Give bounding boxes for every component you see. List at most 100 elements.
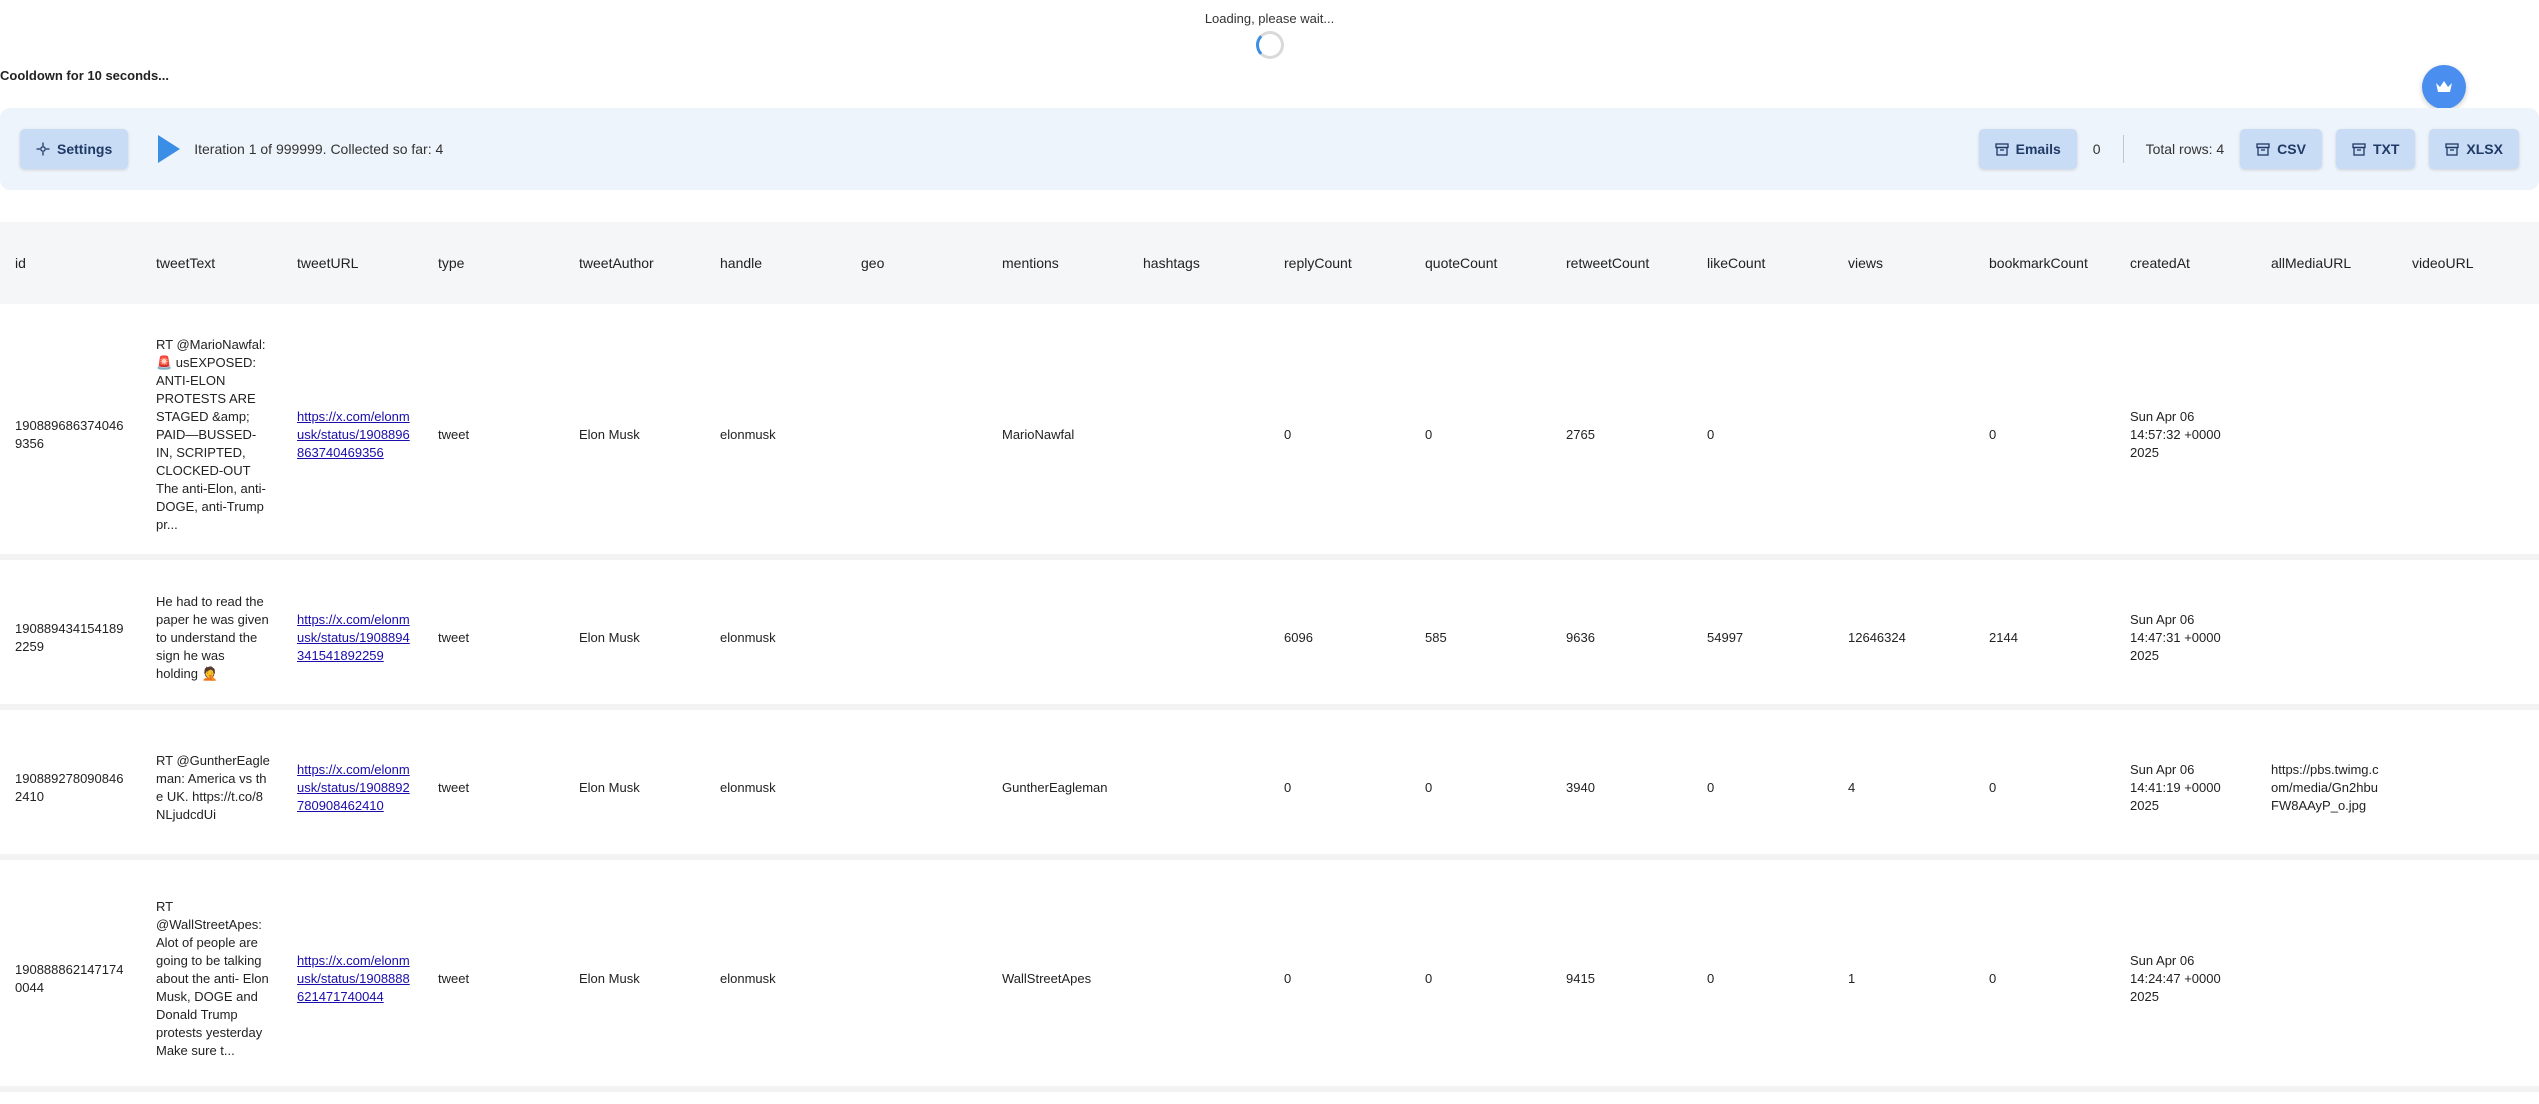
cell-handle: elonmusk [705, 572, 846, 710]
archive-icon [2352, 142, 2366, 156]
premium-crown-button[interactable] [2422, 65, 2466, 109]
cell-type: tweet [423, 316, 564, 560]
emails-label: Emails [2015, 141, 2061, 157]
tweet-link[interactable]: https://x.com/elonmusk/status/1908896863… [297, 409, 410, 460]
cell-hashtags [1128, 316, 1269, 560]
cell-tweet-text: RT @MarioNawfal: 🚨 usEXPOSED: ANTI-ELON … [141, 316, 282, 560]
cell-geo [846, 316, 987, 560]
tweet-link[interactable]: https://x.com/elonmusk/status/1908892780… [297, 762, 410, 813]
play-icon[interactable] [158, 135, 181, 163]
cell-all-media-url [2256, 572, 2397, 710]
cell-tweet-author: Elon Musk [564, 572, 705, 710]
tweet-link[interactable]: https://x.com/elonmusk/status/1908894341… [297, 612, 410, 663]
archive-icon [1994, 142, 2009, 156]
cell-type: tweet [423, 572, 564, 710]
cell-views: 4 [1833, 722, 1974, 860]
column-header-bookmarkcount[interactable]: bookmarkCount [1974, 222, 2115, 304]
cell-video-url [2397, 572, 2539, 710]
column-header-type[interactable]: type [423, 222, 564, 304]
cell-created-at: Sun Apr 06 14:57:32 +0000 2025 [2115, 316, 2256, 560]
cell-tweet-text: He had to read the paper he was given to… [141, 572, 282, 710]
cell-mentions: GuntherEagleman [987, 722, 1128, 860]
table-row: 1908892780908462410 RT @GuntherEagleman:… [0, 722, 2539, 860]
column-header-hashtags[interactable]: hashtags [1128, 222, 1269, 304]
column-header-handle[interactable]: handle [705, 222, 846, 304]
cell-type: tweet [423, 872, 564, 1092]
archive-icon [2256, 142, 2270, 156]
column-header-id[interactable]: id [0, 222, 141, 304]
cell-video-url [2397, 722, 2539, 860]
cell-hashtags [1128, 572, 1269, 710]
cell-retweet-count: 9636 [1551, 572, 1692, 710]
column-header-tweeturl[interactable]: tweetURL [282, 222, 423, 304]
cell-quote-count: 0 [1410, 316, 1551, 560]
loading-indicator: Loading, please wait... [0, 0, 2539, 59]
cell-created-at: Sun Apr 06 14:47:31 +0000 2025 [2115, 572, 2256, 710]
txt-button[interactable]: TXT [2335, 129, 2416, 169]
column-header-tweettext[interactable]: tweetText [141, 222, 282, 304]
emails-button[interactable]: Emails [1978, 129, 2077, 169]
cell-quote-count: 0 [1410, 872, 1551, 1092]
cell-views: 1 [1833, 872, 1974, 1092]
cell-video-url [2397, 872, 2539, 1092]
cell-id: 1908894341541892259 [0, 572, 141, 710]
column-header-likecount[interactable]: likeCount [1692, 222, 1833, 304]
column-header-views[interactable]: views [1833, 222, 1974, 304]
tweet-link[interactable]: https://x.com/elonmusk/status/1908888621… [297, 953, 410, 1004]
column-header-allmediaurl[interactable]: allMediaURL [2256, 222, 2397, 304]
cell-views [1833, 316, 1974, 560]
cell-bookmark-count: 0 [1974, 316, 2115, 560]
column-header-geo[interactable]: geo [846, 222, 987, 304]
column-header-createdat[interactable]: createdAt [2115, 222, 2256, 304]
cell-geo [846, 572, 987, 710]
cell-mentions: MarioNawfal [987, 316, 1128, 560]
loading-text: Loading, please wait... [1204, 11, 1335, 26]
crown-icon [2436, 81, 2452, 92]
cell-tweet-author: Elon Musk [564, 722, 705, 860]
cell-retweet-count: 2765 [1551, 316, 1692, 560]
column-header-retweetcount[interactable]: retweetCount [1551, 222, 1692, 304]
xlsx-button[interactable]: XLSX [2429, 129, 2519, 169]
cell-id: 1908892780908462410 [0, 722, 141, 860]
column-header-videourl[interactable]: videoURL [2397, 222, 2539, 304]
toolbar-divider [2122, 135, 2124, 163]
cell-handle: elonmusk [705, 872, 846, 1092]
xlsx-label: XLSX [2466, 141, 2503, 157]
cell-all-media-url [2256, 872, 2397, 1092]
archive-icon [2445, 142, 2460, 156]
settings-button[interactable]: Settings [20, 129, 129, 169]
cell-video-url [2397, 316, 2539, 560]
cell-mentions [987, 572, 1128, 710]
crosshair-icon [36, 142, 50, 156]
cell-tweet-url: https://x.com/elonmusk/status/1908888621… [282, 872, 423, 1092]
cell-tweet-url: https://x.com/elonmusk/status/1908892780… [282, 722, 423, 860]
cell-id: 1908896863740469356 [0, 316, 141, 560]
cell-retweet-count: 9415 [1551, 872, 1692, 1092]
cell-created-at: Sun Apr 06 14:24:47 +0000 2025 [2115, 872, 2256, 1092]
cell-reply-count: 0 [1269, 316, 1410, 560]
settings-label: Settings [57, 141, 113, 157]
table-row: 1908894341541892259 He had to read the p… [0, 572, 2539, 710]
cell-like-count: 0 [1692, 872, 1833, 1092]
iteration-status: Iteration 1 of 999999. Collected so far:… [194, 141, 444, 157]
toolbar: Settings Iteration 1 of 999999. Collecte… [0, 108, 2539, 190]
total-rows: Total rows: 4 [2145, 141, 2225, 157]
column-header-tweetauthor[interactable]: tweetAuthor [564, 222, 705, 304]
cell-reply-count: 0 [1269, 872, 1410, 1092]
cell-tweet-url: https://x.com/elonmusk/status/1908896863… [282, 316, 423, 560]
column-header-mentions[interactable]: mentions [987, 222, 1128, 304]
csv-button[interactable]: CSV [2240, 129, 2322, 169]
cell-retweet-count: 3940 [1551, 722, 1692, 860]
cell-bookmark-count: 0 [1974, 722, 2115, 860]
csv-label: CSV [2277, 141, 2306, 157]
spinner-icon [1255, 31, 1284, 59]
cell-tweet-author: Elon Musk [564, 872, 705, 1092]
column-header-quotecount[interactable]: quoteCount [1410, 222, 1551, 304]
cell-bookmark-count: 0 [1974, 872, 2115, 1092]
cell-geo [846, 872, 987, 1092]
cooldown-text: Cooldown for 10 seconds... [0, 68, 170, 83]
cell-handle: elonmusk [705, 722, 846, 860]
column-header-replycount[interactable]: replyCount [1269, 222, 1410, 304]
cell-reply-count: 6096 [1269, 572, 1410, 710]
cell-all-media-url [2256, 316, 2397, 560]
